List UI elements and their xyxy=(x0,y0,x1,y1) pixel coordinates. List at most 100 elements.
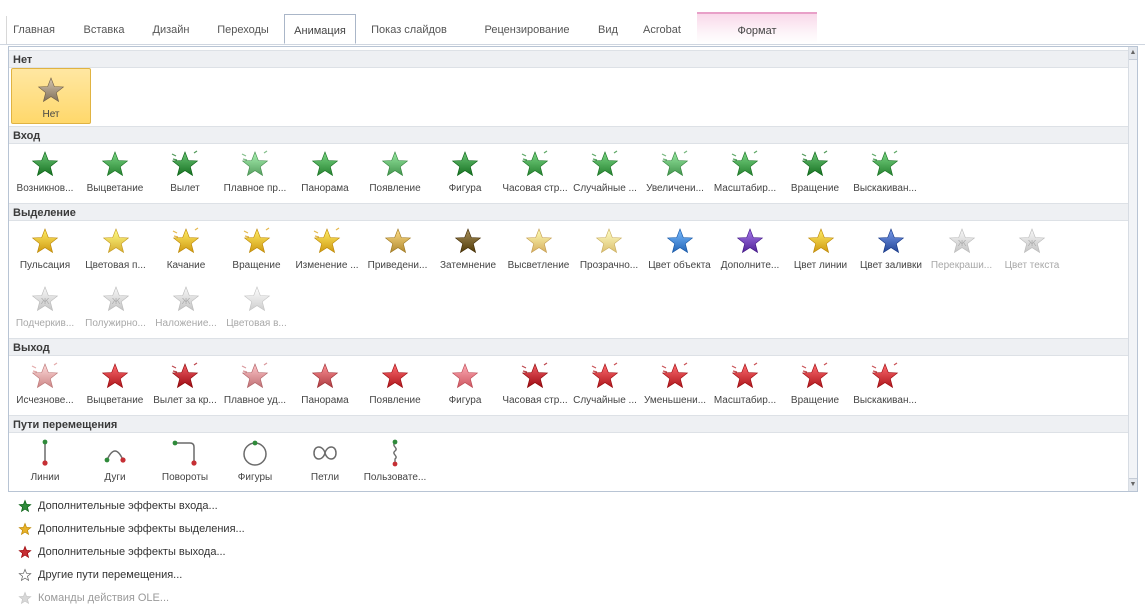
effect-label: Качание xyxy=(166,260,206,271)
star-bold-flash-icon: Ж xyxy=(102,286,129,312)
entrance-effect-9[interactable]: Увеличени... xyxy=(641,145,709,203)
entrance-effect-12[interactable]: Выскакиван... xyxy=(851,145,919,203)
emphasis-effect-3[interactable]: Вращение xyxy=(223,222,291,280)
emphasis-effect-15: Ж Подчеркив... xyxy=(11,280,79,338)
star-bold-reveal-icon: Ж xyxy=(172,286,200,312)
star-grow-shrink-icon xyxy=(313,227,341,254)
entrance-effect-6[interactable]: Фигура xyxy=(431,145,499,203)
exit-effect-1[interactable]: Выцветание xyxy=(81,357,149,415)
exit-effect-7[interactable]: Часовая стр... xyxy=(501,357,569,415)
exit-effect-8[interactable]: Случайные ... xyxy=(571,357,639,415)
effect-label: Возникнов... xyxy=(16,183,74,194)
entrance-effect-8[interactable]: Случайные ... xyxy=(571,145,639,203)
star-transparency-icon xyxy=(595,228,623,254)
entrance-effect-5[interactable]: Появление xyxy=(361,145,429,203)
exit-effect-3[interactable]: Плавное уд... xyxy=(221,357,289,415)
exit-effect-12[interactable]: Выскакиван... xyxy=(851,357,919,415)
emphasis-effects-icon xyxy=(18,522,32,536)
entrance-effect-7[interactable]: Часовая стр... xyxy=(501,145,569,203)
entrance-effect-3[interactable]: Плавное пр... xyxy=(221,145,289,203)
exit-effect-9[interactable]: Уменьшени... xyxy=(641,357,709,415)
effect-label: Исчезнове... xyxy=(16,395,74,406)
animation-gallery[interactable]: Нет Нет Вход Возникнов... Выцветание Вылет Пла… xyxy=(8,46,1138,492)
emphasis-effect-8[interactable]: Прозрачно... xyxy=(575,222,643,280)
star-teeter-icon xyxy=(172,227,200,254)
exit-effect-2[interactable]: Вылет за кр... xyxy=(151,357,219,415)
entrance-effects-icon xyxy=(18,499,32,513)
entrance-effect-2[interactable]: Вылет xyxy=(151,145,219,203)
effect-label: Часовая стр... xyxy=(502,183,568,194)
motion-paths-effect-5[interactable]: Пользовате... xyxy=(361,434,429,491)
exit-effect-10[interactable]: Масштабир... xyxy=(711,357,779,415)
star-lighten-icon xyxy=(525,228,552,254)
scroll-down-icon[interactable]: ▼ xyxy=(1129,478,1137,491)
path-turns-icon xyxy=(172,440,197,466)
section-exit-header: Выход xyxy=(9,338,1129,356)
star-wheel-icon xyxy=(521,150,549,177)
effect-label: Полужирно... xyxy=(85,318,146,329)
star-grow-turn-icon xyxy=(661,150,689,177)
exit-effect-0[interactable]: Исчезнове... xyxy=(11,357,79,415)
emphasis-effect-12[interactable]: Цвет заливки xyxy=(857,222,925,280)
more-emphasis-effects-item[interactable]: Дополнительные эффекты выделения... xyxy=(8,519,408,539)
motion-paths-effect-2[interactable]: Повороты xyxy=(151,434,219,491)
effect-label: Нет xyxy=(42,109,60,120)
none-effect-0[interactable]: Нет xyxy=(11,68,91,124)
motion-paths-effect-1[interactable]: Дуги xyxy=(81,434,149,491)
ribbon-left-edge xyxy=(0,16,7,44)
tab-5[interactable]: Показ слайдов xyxy=(363,17,455,43)
star-bounce-icon xyxy=(871,150,899,177)
emphasis-effect-10[interactable]: Дополните... xyxy=(716,222,784,280)
gallery-scrollbar[interactable]: ▲ ▼ xyxy=(1128,47,1137,491)
effect-label: Цвет заливки xyxy=(859,260,923,271)
scroll-up-icon[interactable]: ▲ xyxy=(1129,47,1137,60)
entrance-effect-4[interactable]: Панорама xyxy=(291,145,359,203)
emphasis-effect-1[interactable]: Цветовая п... xyxy=(82,222,150,280)
entrance-effect-11[interactable]: Вращение xyxy=(781,145,849,203)
entrance-effect-10[interactable]: Масштабир... xyxy=(711,145,779,203)
more-entrance-effects-item[interactable]: Дополнительные эффекты входа... xyxy=(8,496,408,516)
tab-6[interactable]: Рецензирование xyxy=(478,17,576,43)
emphasis-effect-6[interactable]: Затемнение xyxy=(434,222,502,280)
motion-paths-effect-0[interactable]: Линии xyxy=(11,434,79,491)
tab-3[interactable]: Переходы xyxy=(214,17,272,43)
tab-9[interactable]: Формат xyxy=(697,12,817,44)
tab-0[interactable]: Главная xyxy=(10,17,58,43)
entrance-effect-1[interactable]: Выцветание xyxy=(81,145,149,203)
emphasis-effect-4[interactable]: Изменение ... xyxy=(293,222,361,280)
exit-effect-5[interactable]: Появление xyxy=(361,357,429,415)
motion-paths-effect-4[interactable]: Петли xyxy=(291,434,359,491)
star-color-pulse-icon xyxy=(102,228,129,254)
exit-effect-11[interactable]: Вращение xyxy=(781,357,849,415)
emphasis-effect-2[interactable]: Качание xyxy=(152,222,220,280)
effect-label: Масштабир... xyxy=(713,183,777,194)
emphasis-effect-5[interactable]: Приведени... xyxy=(364,222,432,280)
menu-item-label: Команды действия OLE... xyxy=(38,592,170,604)
effect-label: Петли xyxy=(310,472,340,483)
motion-paths-effect-3[interactable]: Фигуры xyxy=(221,434,289,491)
emphasis-effect-0[interactable]: Пульсация xyxy=(11,222,79,280)
star-zoom-out-icon xyxy=(731,362,759,389)
effect-label: Вращение xyxy=(232,260,281,271)
exit-effect-4[interactable]: Панорама xyxy=(291,357,359,415)
effect-label: Часовая стр... xyxy=(502,395,568,406)
emphasis-effect-11[interactable]: Цвет линии xyxy=(787,222,855,280)
tab-7[interactable]: Вид xyxy=(591,17,625,43)
more-motion-paths-item[interactable]: Другие пути перемещения... xyxy=(8,565,408,585)
emphasis-effect-18: Цветовая в... xyxy=(223,280,291,338)
entrance-effect-0[interactable]: Возникнов... xyxy=(11,145,79,203)
star-wipe-icon xyxy=(381,151,409,177)
star-wipe-out-icon xyxy=(381,363,409,389)
emphasis-effect-7[interactable]: Высветление xyxy=(505,222,573,280)
effect-label: Вылет xyxy=(170,183,200,194)
tab-4[interactable]: Анимация xyxy=(284,14,356,44)
tab-8[interactable]: Acrobat xyxy=(641,17,683,43)
exit-effect-6[interactable]: Фигура xyxy=(431,357,499,415)
emphasis-effect-9[interactable]: Цвет объекта xyxy=(646,222,714,280)
tab-1[interactable]: Вставка xyxy=(78,17,130,43)
effect-label: Цвет текста xyxy=(1004,260,1060,271)
tab-2[interactable]: Дизайн xyxy=(147,17,195,43)
more-exit-effects-item[interactable]: Дополнительные эффекты выхода... xyxy=(8,542,408,562)
star-swivel-icon xyxy=(801,150,829,177)
effect-label: Дополните... xyxy=(720,260,780,271)
